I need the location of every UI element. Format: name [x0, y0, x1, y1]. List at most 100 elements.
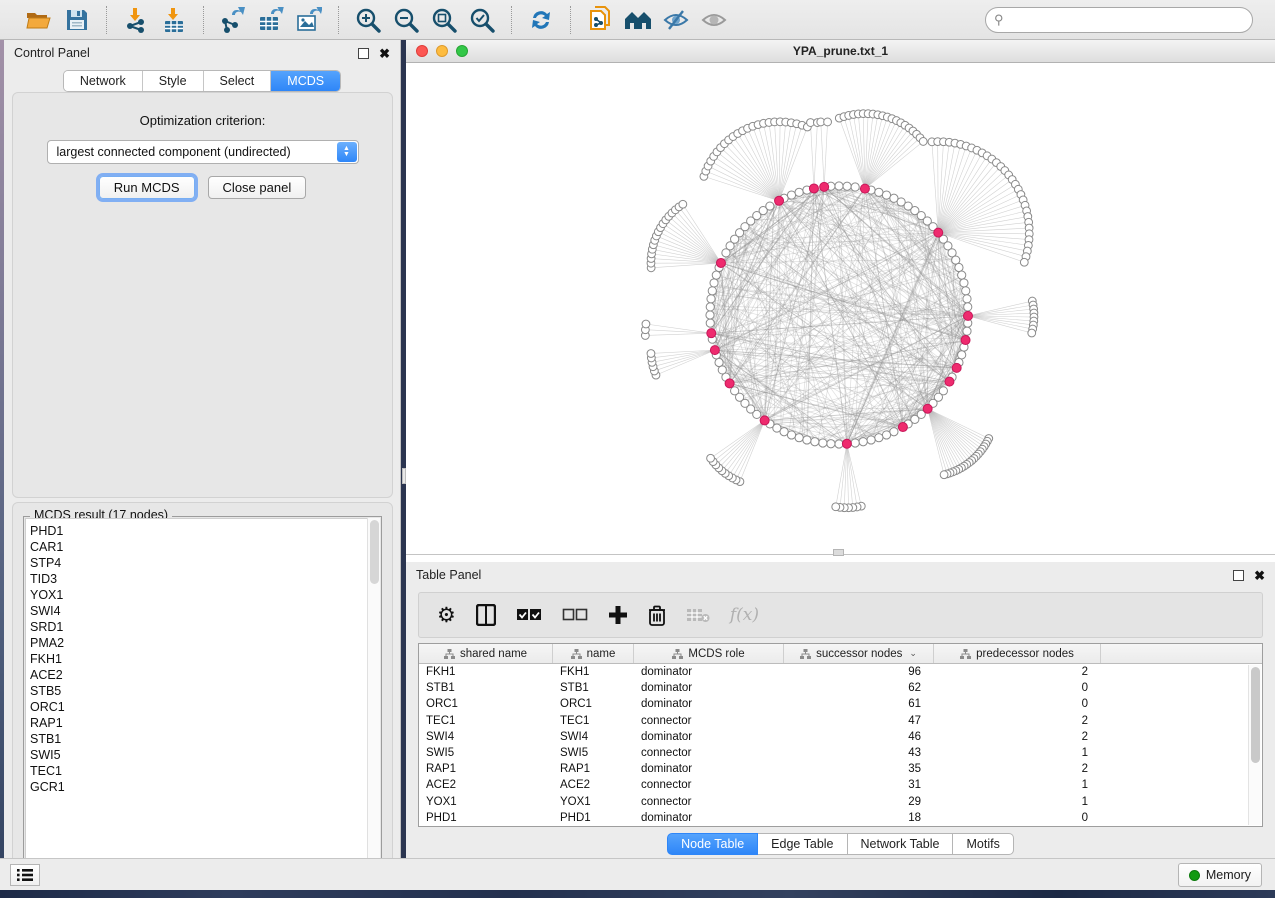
- control-panel: Control Panel ✖ NetworkStyleSelectMCDS O…: [4, 40, 401, 858]
- zoom-in-icon[interactable]: [353, 5, 383, 35]
- table-row[interactable]: STB1STB1dominator620: [419, 680, 1262, 696]
- zoom-out-icon[interactable]: [391, 5, 421, 35]
- control-panel-tabs: NetworkStyleSelectMCDS: [63, 70, 341, 92]
- export-table-icon[interactable]: [256, 5, 286, 35]
- zoom-selected-icon[interactable]: [467, 5, 497, 35]
- import-table-icon[interactable]: [159, 5, 189, 35]
- column-header-name[interactable]: name: [553, 644, 634, 663]
- result-node[interactable]: FKH1: [30, 651, 379, 667]
- result-node[interactable]: STP4: [30, 555, 379, 571]
- search-input[interactable]: [985, 7, 1253, 33]
- column-header-successor-nodes[interactable]: successor nodes⌄: [784, 644, 934, 663]
- show-all-icon: [699, 5, 729, 35]
- result-node[interactable]: SWI5: [30, 747, 379, 763]
- duplicate-network-icon[interactable]: [585, 5, 615, 35]
- select-stepper-icon: ▲▼: [337, 142, 357, 162]
- first-neighbors-icon[interactable]: [623, 5, 653, 35]
- float-panel-icon[interactable]: [358, 48, 369, 59]
- memory-button[interactable]: Memory: [1178, 863, 1262, 887]
- network-view-window: YPA_prune.txt_1: [406, 40, 1275, 562]
- close-table-panel-icon[interactable]: ✖: [1254, 569, 1265, 582]
- tab-edge-table[interactable]: Edge Table: [758, 833, 847, 855]
- result-node[interactable]: CAR1: [30, 539, 379, 555]
- optimization-criterion-value: largest connected component (undirected): [57, 145, 291, 159]
- result-node[interactable]: ACE2: [30, 667, 379, 683]
- network-window-titlebar[interactable]: YPA_prune.txt_1: [406, 40, 1275, 63]
- column-header-predecessor-nodes[interactable]: predecessor nodes: [934, 644, 1101, 663]
- table-panel-title: Table Panel: [416, 568, 481, 582]
- result-node[interactable]: STB5: [30, 683, 379, 699]
- deselect-all-rows-icon[interactable]: [562, 600, 588, 630]
- table-row[interactable]: ORC1ORC1dominator610: [419, 696, 1262, 712]
- apply-layout-icon[interactable]: [526, 5, 556, 35]
- result-node[interactable]: ORC1: [30, 699, 379, 715]
- status-bar: Memory: [0, 858, 1275, 890]
- optimization-criterion-select[interactable]: largest connected component (undirected)…: [47, 140, 359, 164]
- result-node[interactable]: RAP1: [30, 715, 379, 731]
- mcds-tab-content: Optimization criterion: largest connecte…: [12, 92, 393, 498]
- select-all-rows-icon[interactable]: [516, 600, 542, 630]
- delete-columns-icon[interactable]: [648, 600, 666, 630]
- open-session-icon[interactable]: [24, 5, 54, 35]
- network-window-title: YPA_prune.txt_1: [406, 44, 1275, 58]
- tab-style[interactable]: Style: [143, 71, 204, 91]
- tab-motifs[interactable]: Motifs: [953, 833, 1013, 855]
- optimization-criterion-label: Optimization criterion:: [13, 113, 392, 128]
- save-session-icon[interactable]: [62, 5, 92, 35]
- result-node[interactable]: SRD1: [30, 619, 379, 635]
- table-row[interactable]: ACE2ACE2connector311: [419, 777, 1262, 793]
- tab-network-table[interactable]: Network Table: [848, 833, 954, 855]
- mcds-result-list[interactable]: PHD1CAR1STP4TID3YOX1SWI4SRD1PMA2FKH1ACE2…: [25, 518, 380, 882]
- column-header-shared-name[interactable]: shared name: [419, 644, 553, 663]
- mcds-result-section: MCDS result (17 nodes) PHD1CAR1STP4TID3Y…: [12, 502, 393, 888]
- control-panel-title: Control Panel: [14, 46, 90, 60]
- network-graph[interactable]: [406, 63, 1275, 555]
- table-panel-tabs: Node TableEdge TableNetwork TableMotifs: [406, 833, 1275, 855]
- delete-table-icon: [686, 600, 710, 630]
- result-list-scrollbar[interactable]: [367, 518, 380, 882]
- network-search: ⚲: [985, 7, 1253, 33]
- table-row[interactable]: FKH1FKH1dominator962: [419, 664, 1262, 680]
- zoom-fit-icon[interactable]: [429, 5, 459, 35]
- network-canvas[interactable]: [406, 63, 1275, 555]
- result-node[interactable]: SWI4: [30, 603, 379, 619]
- split-divider-handle[interactable]: [402, 468, 406, 484]
- desktop-wallpaper-bottom: [0, 890, 1275, 898]
- search-icon: ⚲: [994, 12, 1004, 28]
- create-column-icon[interactable]: [608, 600, 628, 630]
- tab-node-table[interactable]: Node Table: [667, 833, 758, 855]
- main-toolbar: ⚲: [0, 0, 1275, 40]
- tab-mcds[interactable]: MCDS: [271, 71, 340, 91]
- result-node[interactable]: PMA2: [30, 635, 379, 651]
- table-row[interactable]: SWI4SWI4dominator462: [419, 729, 1262, 745]
- result-node[interactable]: TID3: [30, 571, 379, 587]
- result-node[interactable]: PHD1: [30, 523, 379, 539]
- table-panel: Table Panel ✖ ⚙ f(x) shared namenameMCDS…: [406, 562, 1275, 858]
- result-node[interactable]: TEC1: [30, 763, 379, 779]
- table-scrollbar[interactable]: [1248, 665, 1261, 825]
- tab-select[interactable]: Select: [204, 71, 272, 91]
- table-row[interactable]: PHD1PHD1dominator180: [419, 810, 1262, 826]
- import-network-icon[interactable]: [121, 5, 151, 35]
- tab-network[interactable]: Network: [64, 71, 143, 91]
- export-network-icon[interactable]: [218, 5, 248, 35]
- table-settings-icon[interactable]: ⚙: [437, 600, 456, 630]
- result-node[interactable]: YOX1: [30, 587, 379, 603]
- run-mcds-button[interactable]: Run MCDS: [99, 176, 195, 199]
- hide-selected-icon[interactable]: [661, 5, 691, 35]
- show-columns-icon[interactable]: [476, 600, 496, 630]
- table-row[interactable]: YOX1YOX1connector291: [419, 794, 1262, 810]
- result-node[interactable]: GCR1: [30, 779, 379, 795]
- memory-label: Memory: [1206, 868, 1251, 882]
- close-panel-button[interactable]: Close panel: [208, 176, 307, 199]
- close-panel-icon[interactable]: ✖: [379, 47, 390, 60]
- table-row[interactable]: SWI5SWI5connector431: [419, 745, 1262, 761]
- table-row[interactable]: RAP1RAP1dominator352: [419, 761, 1262, 777]
- float-table-panel-icon[interactable]: [1233, 570, 1244, 581]
- column-header-MCDS-role[interactable]: MCDS role: [634, 644, 784, 663]
- result-node[interactable]: STB1: [30, 731, 379, 747]
- split-divider-handle-bottom[interactable]: [833, 549, 844, 556]
- export-image-icon[interactable]: [294, 5, 324, 35]
- show-panel-list-button[interactable]: [10, 864, 40, 886]
- table-row[interactable]: TEC1TEC1connector472: [419, 713, 1262, 729]
